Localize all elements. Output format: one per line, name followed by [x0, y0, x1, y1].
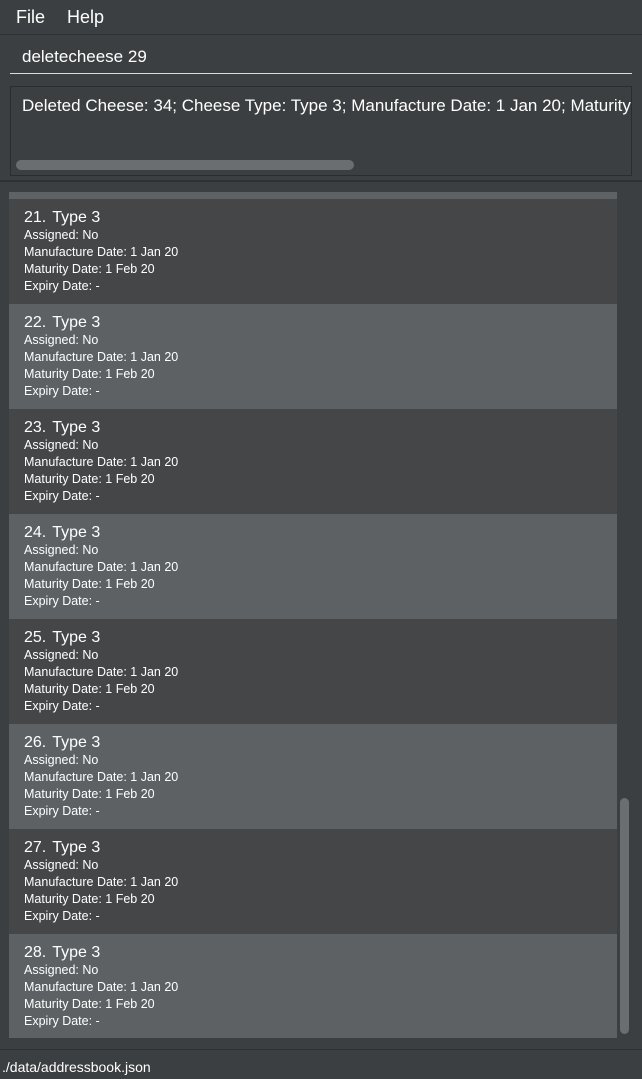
cheese-card-title: 27. Type 3	[24, 839, 617, 856]
cheese-maturity-date: Maturity Date: 1 Feb 20	[24, 997, 155, 1011]
cheese-manufacture-date: Manufacture Date: 1 Jan 20	[24, 980, 179, 994]
cheese-assigned: Assigned: No	[24, 438, 99, 452]
cheese-manufacture-date: Manufacture Date: 1 Jan 20	[24, 770, 179, 784]
cheese-index: 27.	[24, 839, 47, 856]
cheese-type: Type 3	[52, 314, 101, 331]
cheese-maturity-date: Maturity Date: 1 Feb 20	[24, 682, 155, 696]
menu-help[interactable]: Help	[67, 7, 104, 28]
cheese-index: 21.	[24, 209, 47, 226]
cheese-expiry-date: Expiry Date: -	[24, 804, 100, 818]
cheese-type: Type 3	[52, 419, 101, 436]
cheese-type: Type 3	[52, 734, 101, 751]
separator	[0, 180, 642, 182]
cheese-assigned: Assigned: No	[24, 858, 99, 872]
cheese-expiry-date: Expiry Date: -	[24, 279, 100, 293]
cheese-type: Type 3	[52, 524, 101, 541]
cheese-card[interactable]: 24. Type 3 Assigned: No Manufacture Date: 1…	[9, 514, 617, 619]
command-input[interactable]: deletecheese 29	[10, 36, 632, 74]
cheese-maturity-date: Maturity Date: 1 Feb 20	[24, 472, 155, 486]
cheese-card-title: 23. Type 3	[24, 419, 617, 436]
cheese-type: Type 3	[52, 944, 101, 961]
cheese-card[interactable]: 22. Type 3 Assigned: No Manufacture Date: 1…	[9, 304, 617, 409]
data-file-path: ./data/addressbook.json	[2, 1059, 151, 1075]
cheese-type: Type 3	[52, 209, 101, 226]
cheese-index: 26.	[24, 734, 47, 751]
cheese-card[interactable]: 25. Type 3 Assigned: No Manufacture Date: 1…	[9, 619, 617, 724]
cheese-manufacture-date: Manufacture Date: 1 Jan 20	[24, 455, 179, 469]
cheese-card[interactable]: 21. Type 3 Assigned: No Manufacture Date: 1…	[9, 199, 617, 304]
cheese-expiry-date: Expiry Date: -	[24, 699, 100, 713]
cheese-card-title: 22. Type 3	[24, 314, 617, 331]
status-bar: ./data/addressbook.json	[0, 1049, 642, 1079]
cheese-assigned: Assigned: No	[24, 333, 99, 347]
cheese-assigned: Assigned: No	[24, 648, 99, 662]
cheese-maturity-date: Maturity Date: 1 Feb 20	[24, 787, 155, 801]
cheese-card[interactable]: 23. Type 3 Assigned: No Manufacture Date: 1…	[9, 409, 617, 514]
list-vertical-scrollbar[interactable]	[620, 798, 629, 1034]
cheese-maturity-date: Maturity Date: 1 Feb 20	[24, 367, 155, 381]
menu-bar: File Help	[0, 0, 642, 35]
cheese-manufacture-date: Manufacture Date: 1 Jan 20	[24, 560, 179, 574]
result-message: Deleted Cheese: 34; Cheese Type: Type 3;…	[22, 96, 631, 115]
command-input-value: deletecheese 29	[22, 47, 147, 66]
cheese-list[interactable]: 21. Type 3 Assigned: No Manufacture Date: 1…	[9, 192, 617, 1038]
result-display: Deleted Cheese: 34; Cheese Type: Type 3;…	[10, 86, 632, 176]
cheese-manufacture-date: Manufacture Date: 1 Jan 20	[24, 350, 179, 364]
cheese-card-title: 25. Type 3	[24, 629, 617, 646]
cheese-card-title: 26. Type 3	[24, 734, 617, 751]
cheese-card-title: 24. Type 3	[24, 524, 617, 541]
cheese-index: 23.	[24, 419, 47, 436]
cheese-type: Type 3	[52, 629, 101, 646]
cheese-expiry-date: Expiry Date: -	[24, 384, 100, 398]
menu-file[interactable]: File	[16, 7, 45, 28]
cheese-maturity-date: Maturity Date: 1 Feb 20	[24, 892, 155, 906]
cheese-assigned: Assigned: No	[24, 963, 99, 977]
cheese-maturity-date: Maturity Date: 1 Feb 20	[24, 262, 155, 276]
cheese-expiry-date: Expiry Date: -	[24, 909, 100, 923]
cheese-index: 28.	[24, 944, 47, 961]
cheese-assigned: Assigned: No	[24, 543, 99, 557]
cheese-expiry-date: Expiry Date: -	[24, 594, 100, 608]
cheese-manufacture-date: Manufacture Date: 1 Jan 20	[24, 875, 179, 889]
cheese-card[interactable]: 28. Type 3 Assigned: No Manufacture Date: 1…	[9, 934, 617, 1038]
cheese-index: 25.	[24, 629, 47, 646]
cheese-card[interactable]: 26. Type 3 Assigned: No Manufacture Date: 1…	[9, 724, 617, 829]
cheese-manufacture-date: Manufacture Date: 1 Jan 20	[24, 245, 179, 259]
cheese-card-title: 21. Type 3	[24, 209, 617, 226]
cheese-assigned: Assigned: No	[24, 753, 99, 767]
cheese-card[interactable]: 27. Type 3 Assigned: No Manufacture Date: 1…	[9, 829, 617, 934]
cheese-card-title: 28. Type 3	[24, 944, 617, 961]
cheese-expiry-date: Expiry Date: -	[24, 1014, 100, 1028]
cheese-manufacture-date: Manufacture Date: 1 Jan 20	[24, 665, 179, 679]
cheese-assigned: Assigned: No	[24, 228, 99, 242]
cheese-expiry-date: Expiry Date: -	[24, 489, 100, 503]
cheese-index: 22.	[24, 314, 47, 331]
previous-card-edge	[9, 192, 617, 199]
result-horizontal-scrollbar[interactable]	[16, 160, 354, 170]
cheese-type: Type 3	[52, 839, 101, 856]
cheese-index: 24.	[24, 524, 47, 541]
cheese-maturity-date: Maturity Date: 1 Feb 20	[24, 577, 155, 591]
